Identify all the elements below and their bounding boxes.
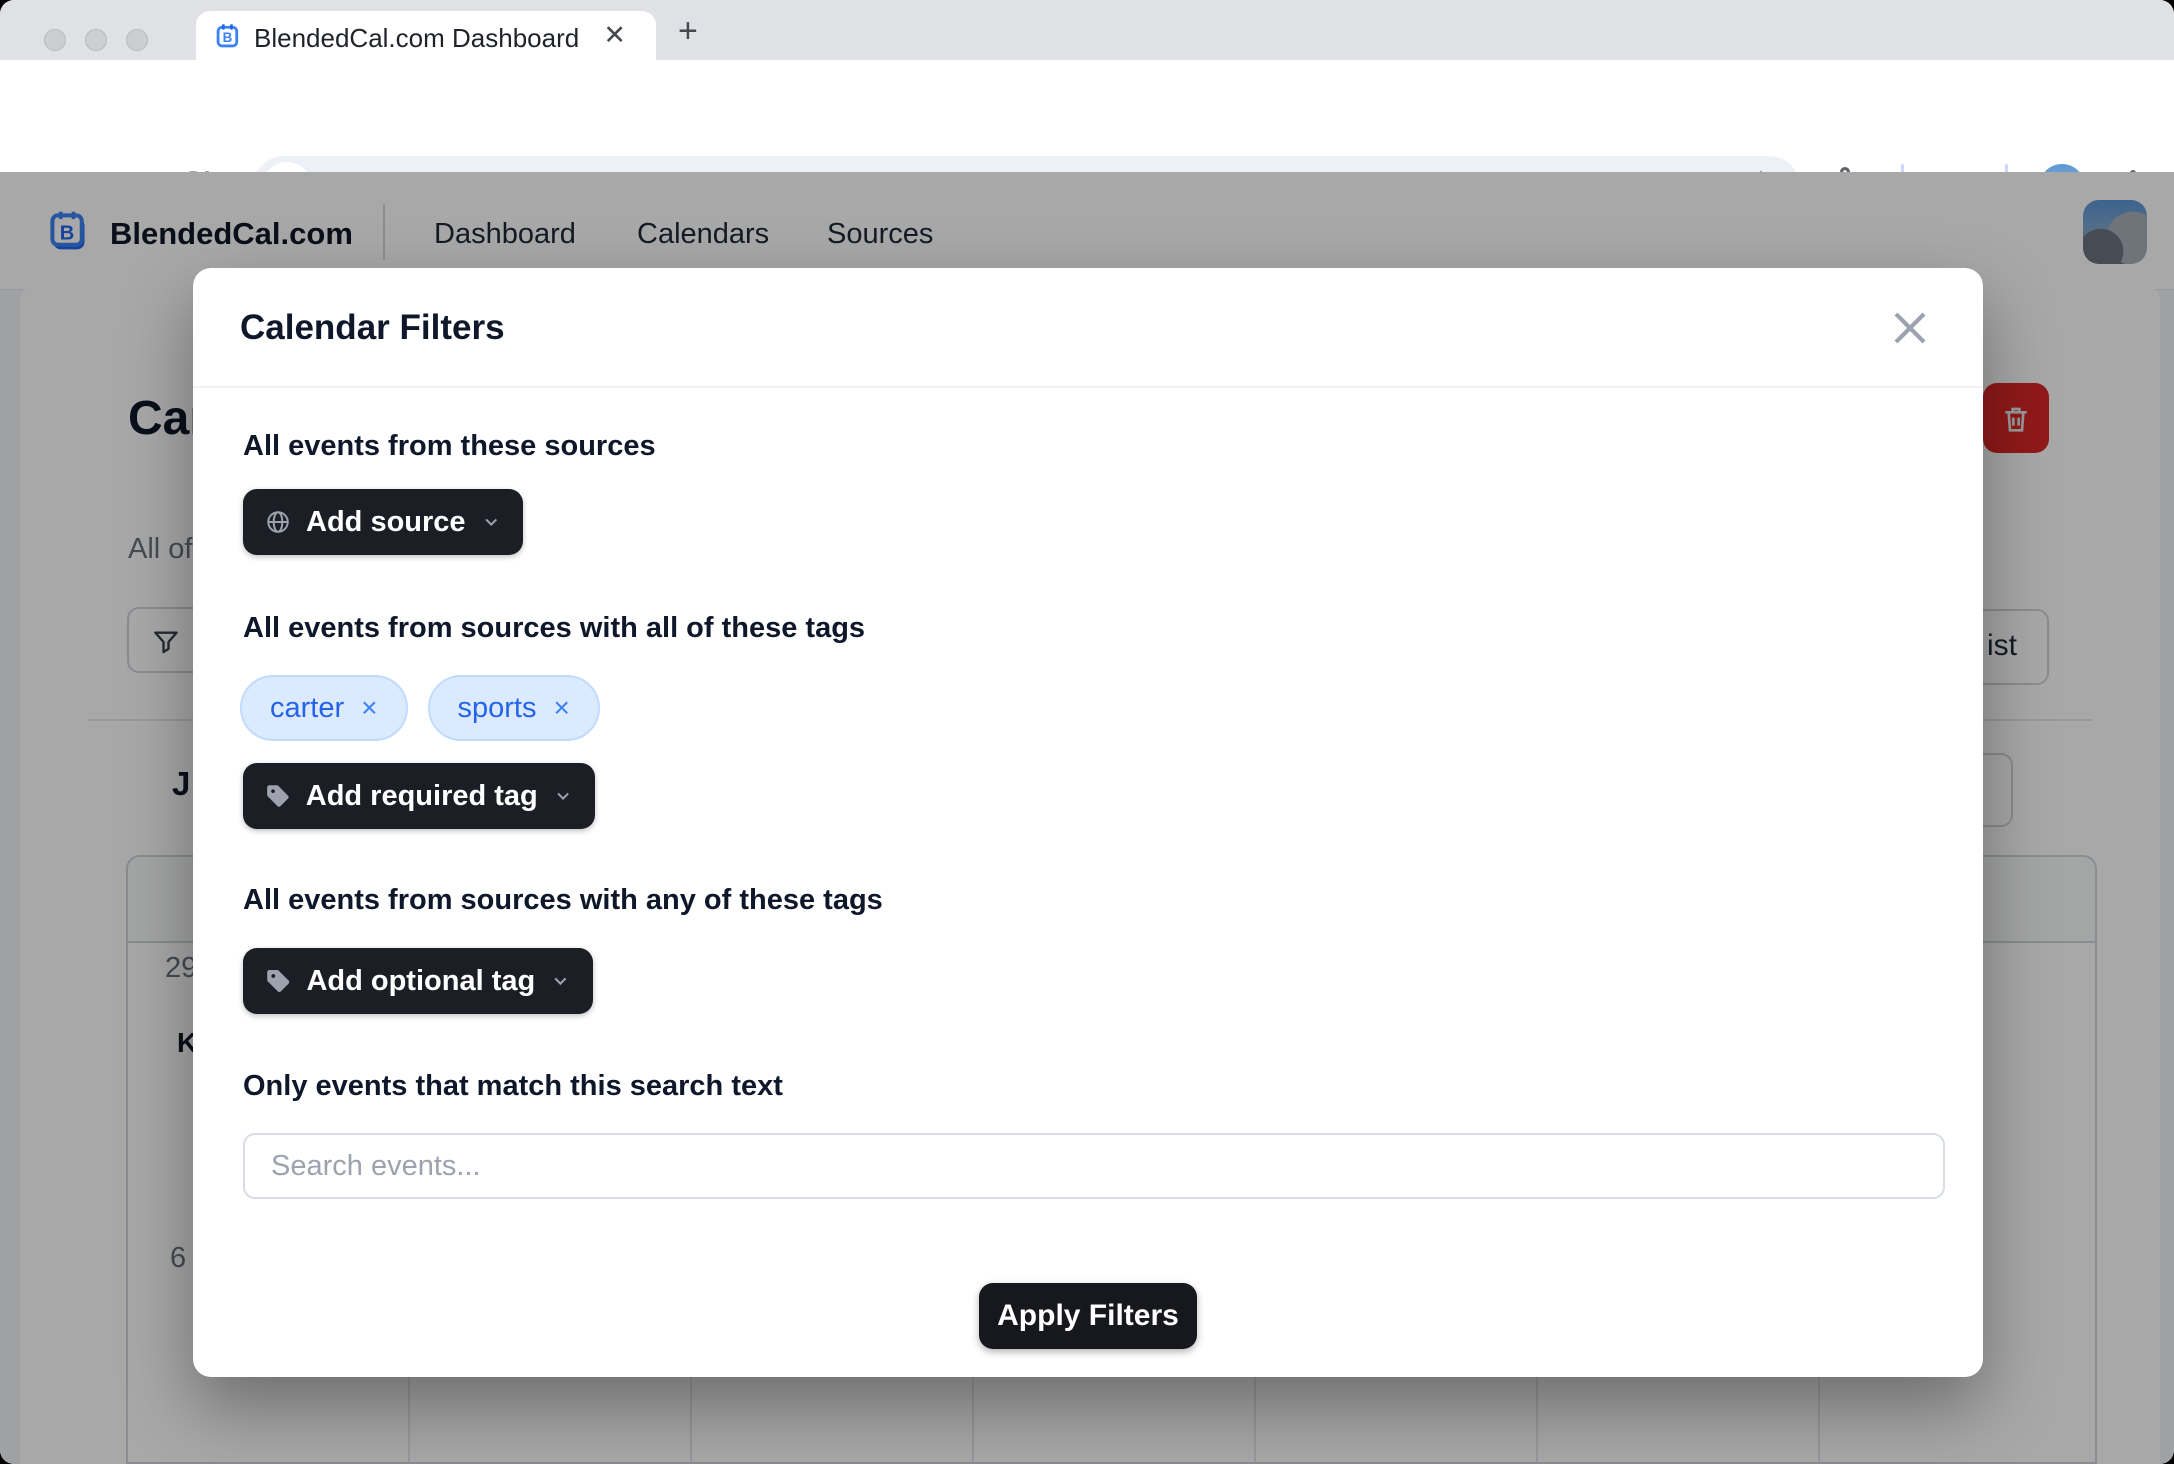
modal-close-icon[interactable] xyxy=(1882,300,1938,356)
required-tags-section-label: All events from sources with all of thes… xyxy=(243,612,865,645)
modal-title: Calendar Filters xyxy=(240,308,505,348)
remove-tag-icon[interactable]: × xyxy=(553,694,569,722)
tag-pill-sports: sports × xyxy=(428,675,600,741)
add-optional-tag-button[interactable]: Add optional tag xyxy=(243,948,593,1014)
globe-icon xyxy=(265,508,291,536)
browser-window: B BlendedCal.com Dashboard ✕ + localhost… xyxy=(0,0,2174,1464)
required-tags-row: carter × sports × xyxy=(240,675,600,741)
tag-label: carter xyxy=(270,692,344,725)
new-tab-button[interactable]: + xyxy=(678,12,698,51)
traffic-light-minimize[interactable] xyxy=(85,29,107,51)
modal-header: Calendar Filters xyxy=(193,268,1983,388)
apply-filters-button[interactable]: Apply Filters xyxy=(979,1283,1197,1349)
tab-strip: B BlendedCal.com Dashboard ✕ + xyxy=(0,0,2174,60)
chevron-down-icon xyxy=(553,785,573,807)
tag-icon xyxy=(265,782,291,810)
tab-title: BlendedCal.com Dashboard xyxy=(254,23,579,54)
tag-icon xyxy=(265,967,291,995)
blendedcal-favicon-icon: B xyxy=(214,22,242,50)
tab-close-icon[interactable]: ✕ xyxy=(603,20,626,51)
browser-toolbar: localhost:3000/calendars/carters-sports-… xyxy=(0,60,2174,172)
add-required-tag-label: Add required tag xyxy=(306,780,538,813)
search-events-input[interactable] xyxy=(243,1133,1945,1199)
optional-tags-section-label: All events from sources with any of thes… xyxy=(243,884,883,917)
svg-text:B: B xyxy=(223,30,233,45)
browser-tab[interactable]: B BlendedCal.com Dashboard ✕ xyxy=(196,11,656,60)
add-optional-tag-label: Add optional tag xyxy=(306,965,535,998)
calendar-filters-modal: Calendar Filters All events from these s… xyxy=(193,268,1983,1377)
traffic-light-zoom[interactable] xyxy=(126,29,148,51)
search-section-label: Only events that match this search text xyxy=(243,1070,783,1103)
chevron-down-icon xyxy=(481,511,501,533)
sources-section-label: All events from these sources xyxy=(243,430,656,463)
traffic-light-close[interactable] xyxy=(44,29,66,51)
tag-label: sports xyxy=(458,692,537,725)
add-source-label: Add source xyxy=(306,506,466,539)
add-required-tag-button[interactable]: Add required tag xyxy=(243,763,595,829)
remove-tag-icon[interactable]: × xyxy=(361,694,377,722)
add-source-button[interactable]: Add source xyxy=(243,489,523,555)
tag-pill-carter: carter × xyxy=(240,675,408,741)
chevron-down-icon xyxy=(550,970,571,992)
